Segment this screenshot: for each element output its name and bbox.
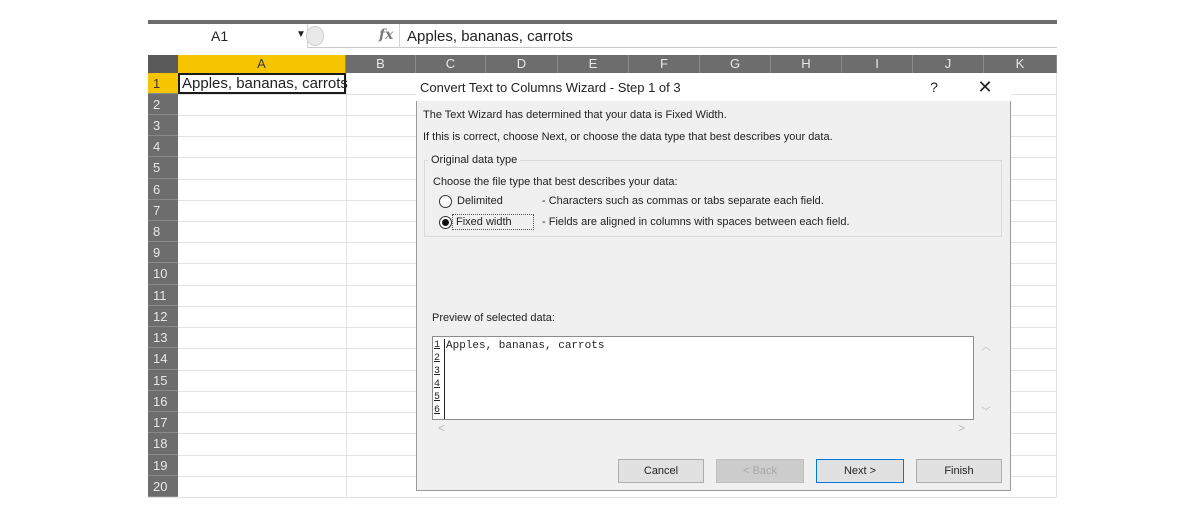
column-header-e[interactable]: E — [558, 55, 629, 73]
close-icon[interactable]: ✕ — [973, 76, 997, 98]
chevron-down-icon[interactable]: ﹀ — [981, 403, 991, 418]
row-header-18[interactable]: 18 — [148, 433, 178, 455]
row-header-9[interactable]: 9 — [148, 242, 178, 263]
back-button[interactable]: < Back — [716, 459, 804, 483]
preview-horizontal-scrollbar[interactable] — [432, 420, 974, 436]
choose-file-type-label: Choose the file type that best describes… — [433, 176, 678, 188]
chevron-right-icon[interactable]: > — [958, 421, 965, 435]
gridline — [346, 73, 347, 497]
column-header-g[interactable]: G — [700, 55, 771, 73]
chevron-up-icon[interactable]: ︿ — [981, 338, 991, 353]
cancel-button[interactable]: Cancel — [618, 459, 704, 483]
row-header-4[interactable]: 4 — [148, 136, 178, 157]
row-header-14[interactable]: 14 — [148, 348, 178, 370]
delimited-radio[interactable] — [439, 195, 452, 208]
preview-line-number: 2 — [434, 353, 441, 364]
column-header-f[interactable]: F — [629, 55, 700, 73]
row-header-20[interactable]: 20 — [148, 476, 178, 497]
name-box-dropdown-icon[interactable]: ▼ — [296, 29, 306, 40]
column-header-c[interactable]: C — [416, 55, 486, 73]
column-header-h[interactable]: H — [771, 55, 842, 73]
preview-label: Preview of selected data: — [432, 312, 555, 324]
formula-input[interactable]: Apples, bananas, carrots — [407, 28, 573, 45]
help-button[interactable]: ? — [924, 77, 944, 97]
row-header-16[interactable]: 16 — [148, 391, 178, 412]
row-header-7[interactable]: 7 — [148, 200, 178, 221]
gridline — [148, 497, 1057, 498]
row-header-5[interactable]: 5 — [148, 157, 178, 179]
column-header-b[interactable]: B — [346, 55, 416, 73]
row-header-6[interactable]: 6 — [148, 179, 178, 200]
group-label: Original data type — [428, 154, 521, 166]
row-header-8[interactable]: 8 — [148, 221, 178, 242]
radio-selected-dot — [442, 219, 449, 226]
insert-function-icon[interactable]: fx — [379, 27, 393, 43]
next-button[interactable]: Next > — [816, 459, 904, 483]
row-header-17[interactable]: 17 — [148, 412, 178, 433]
chevron-left-icon[interactable]: < — [438, 421, 445, 435]
preview-line-number: 4 — [434, 379, 441, 390]
row-header-10[interactable]: 10 — [148, 263, 178, 285]
gridline — [1056, 73, 1057, 497]
row-header-1[interactable]: 1 — [148, 73, 178, 94]
row-header-11[interactable]: 11 — [148, 285, 178, 306]
formula-bar-resize-handle[interactable] — [306, 26, 324, 46]
finish-button[interactable]: Finish — [916, 459, 1002, 483]
preview-text-line: Apples, bananas, carrots — [446, 340, 605, 352]
row-header-3[interactable]: 3 — [148, 115, 178, 136]
row-header-13[interactable]: 13 — [148, 327, 178, 348]
select-all-corner[interactable] — [148, 55, 178, 73]
column-header-a[interactable]: A — [178, 55, 346, 73]
fixed-width-label[interactable]: Fixed width — [456, 216, 512, 228]
row-header-2[interactable]: 2 — [148, 94, 178, 115]
row-header-19[interactable]: 19 — [148, 455, 178, 476]
wizard-intro-line-1: The Text Wizard has determined that your… — [423, 109, 727, 121]
row-header-15[interactable]: 15 — [148, 370, 178, 391]
preview-line-number: 5 — [434, 392, 441, 403]
column-header-i[interactable]: I — [842, 55, 913, 73]
fixed-width-description: - Fields are aligned in columns with spa… — [542, 216, 850, 228]
name-box-value[interactable]: A1 — [211, 28, 228, 44]
cell-a1[interactable]: Apples, bananas, carrots — [178, 73, 348, 94]
row-header-12[interactable]: 12 — [148, 306, 178, 327]
column-header-j[interactable]: J — [913, 55, 984, 73]
column-header-k[interactable]: K — [984, 55, 1057, 73]
preview-line-number: 3 — [434, 366, 441, 377]
excel-window: A1 ▼ fx Apples, bananas, carrots A B C D… — [0, 0, 1200, 511]
formula-bar-divider — [399, 24, 400, 48]
column-header-d[interactable]: D — [486, 55, 558, 73]
delimited-description: - Characters such as commas or tabs sepa… — [542, 195, 824, 207]
preview-line-number: 6 — [434, 405, 441, 416]
delimited-label[interactable]: Delimited — [457, 195, 503, 207]
preview-line-number: 1 — [434, 340, 441, 351]
wizard-intro-line-2: If this is correct, choose Next, or choo… — [423, 131, 833, 143]
dialog-title: Convert Text to Columns Wizard - Step 1 … — [420, 80, 681, 95]
